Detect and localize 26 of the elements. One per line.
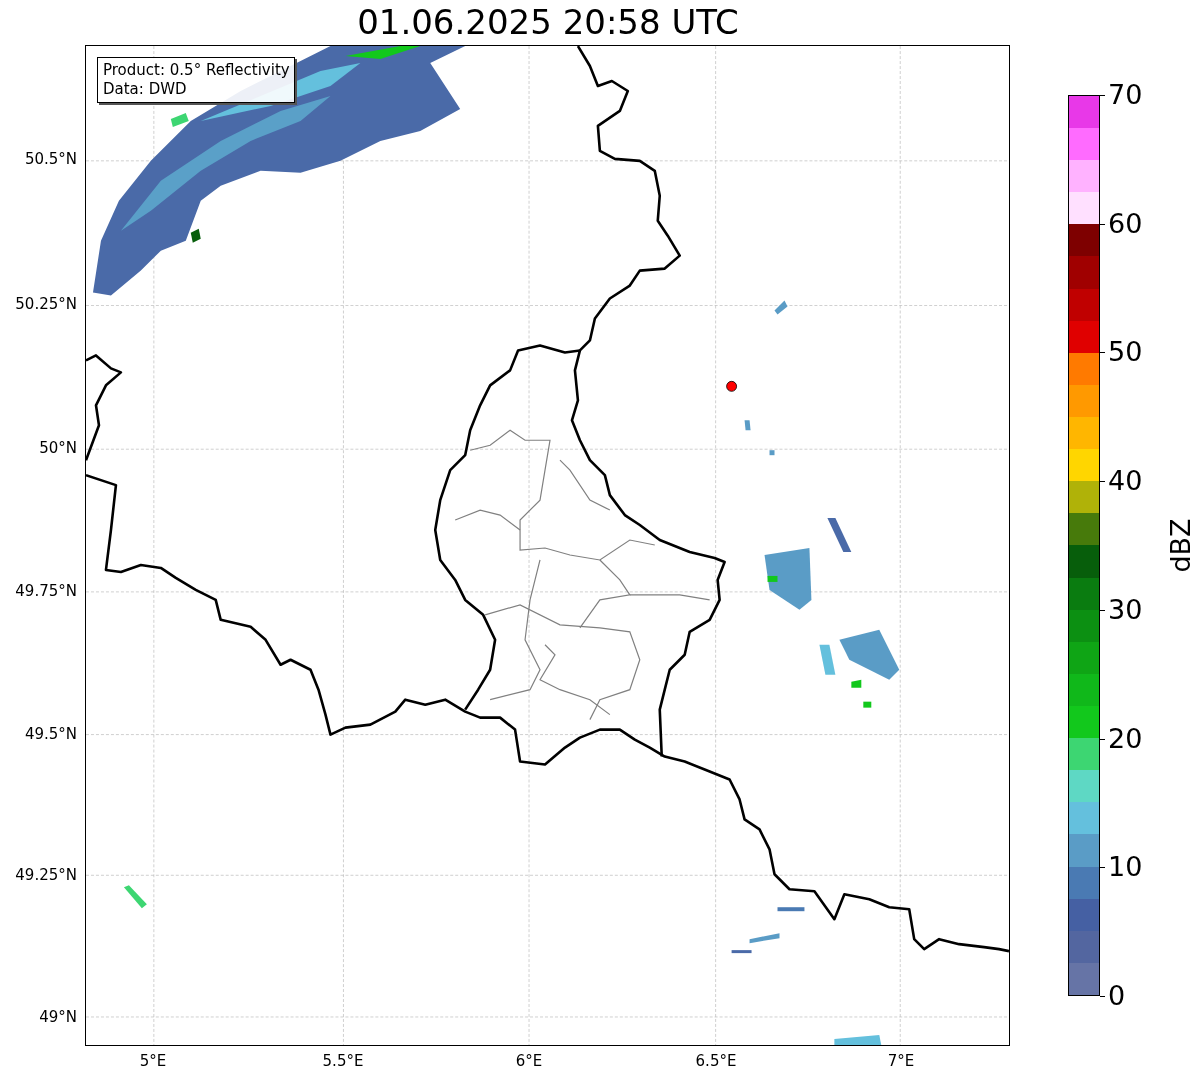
axis-tick-label: 5.5°E — [321, 1052, 365, 1070]
axis-tick-label: 49.75°N — [15, 582, 77, 600]
axis-tick-label: 49.5°N — [24, 725, 77, 743]
axis-tick-label: 6°E — [514, 1052, 544, 1070]
axis-tick-label: 50.5°N — [24, 150, 77, 168]
axis-tick-label: 5°E — [138, 1052, 168, 1070]
axis-tick-label: 49.25°N — [15, 866, 77, 884]
colorbar-tick-label: 60 — [1108, 207, 1143, 240]
axis-tick-label: 6.5°E — [694, 1052, 738, 1070]
axis-tick-label: 50°N — [39, 439, 77, 457]
axis-tick-label: 49°N — [39, 1008, 77, 1026]
chart-title: 01.06.2025 20:58 UTC — [356, 2, 740, 42]
colorbar-tick-label: 50 — [1108, 336, 1143, 369]
colorbar-tick-label: 40 — [1108, 465, 1143, 498]
colorbar-label: dBZ — [1164, 517, 1196, 575]
colorbar-tick-label: 70 — [1108, 79, 1143, 111]
colorbar-tick-label: 20 — [1108, 722, 1143, 755]
colorbar-tick — [1100, 996, 1105, 997]
axis-tick-label: 7°E — [886, 1052, 916, 1070]
info-text: Product: 0.5° Reflectivity — [103, 61, 290, 80]
colorbar-tick-label: 0 — [1108, 980, 1126, 1012]
info-text: Data: DWD — [103, 80, 188, 99]
axis-tick-label: 50.25°N — [15, 295, 77, 313]
colorbar-tick-label: 30 — [1108, 593, 1143, 626]
radar-site-marker — [726, 380, 737, 392]
colorbar-tick-label: 10 — [1108, 851, 1143, 884]
